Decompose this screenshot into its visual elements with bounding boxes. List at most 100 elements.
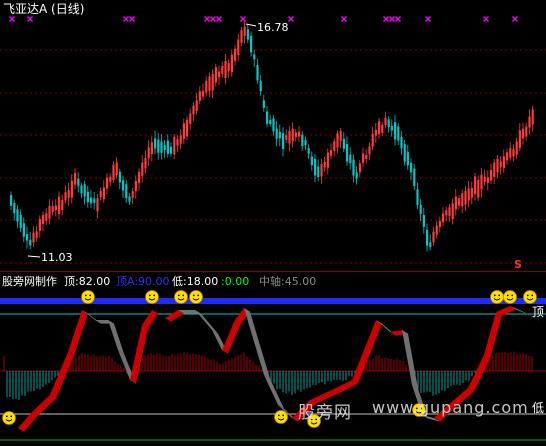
candle-body — [371, 133, 374, 147]
candle-body — [515, 141, 518, 155]
candle-body — [416, 189, 419, 205]
candle-body — [131, 191, 134, 198]
legend-top: 顶:82.00 — [64, 275, 111, 288]
band-segment — [366, 320, 382, 349]
smiley-face — [189, 290, 203, 304]
band-segment — [244, 308, 258, 339]
candle-body — [362, 153, 365, 163]
candle-body — [170, 146, 173, 154]
candle-body — [58, 196, 61, 214]
candle-body — [298, 131, 301, 137]
band-segment — [108, 320, 124, 354]
candle-body — [192, 105, 195, 115]
watermark-cn: 股旁网 — [298, 403, 352, 423]
candle-body — [278, 131, 281, 139]
smiley-face — [145, 290, 159, 304]
candle-body — [480, 174, 483, 190]
candle-body — [189, 113, 192, 125]
candle-body — [381, 124, 384, 133]
candle-body — [182, 123, 185, 139]
smiley-eye — [84, 294, 87, 297]
candle-body — [464, 190, 467, 205]
candle-body — [272, 118, 275, 132]
candle-body — [349, 154, 352, 163]
candle-body — [70, 180, 73, 198]
candle-body — [195, 100, 198, 111]
candle-body — [186, 119, 189, 137]
candle-body — [211, 74, 214, 91]
smiley-face — [503, 290, 517, 304]
smiley-face — [174, 290, 188, 304]
band-segment — [222, 320, 241, 354]
candle-body — [134, 180, 137, 192]
candle-body — [224, 61, 227, 78]
smiley-face-icon — [490, 290, 504, 304]
candle-body — [346, 144, 349, 162]
candle-body — [528, 116, 531, 128]
smiley-eye — [182, 294, 185, 297]
candle-body — [32, 232, 35, 243]
band-segment — [142, 310, 158, 329]
candle-body — [80, 185, 83, 194]
candle-body — [406, 151, 409, 166]
candle-body — [74, 172, 77, 185]
smiley-eye — [282, 414, 285, 417]
candle-body — [150, 142, 153, 154]
candle-body — [61, 199, 64, 211]
candle-body — [122, 180, 125, 191]
candle-body — [51, 205, 54, 212]
candle-body — [320, 163, 323, 177]
candle-body — [314, 158, 317, 176]
chart-stage — [0, 16, 546, 441]
smiley-eye — [526, 294, 529, 297]
candle-body — [518, 130, 521, 148]
candle-body — [307, 148, 310, 154]
candle-body — [67, 190, 70, 198]
candle-body — [253, 54, 256, 60]
candle-body — [454, 196, 457, 210]
candle-body — [336, 133, 339, 148]
smiley-face-icon — [503, 290, 517, 304]
candle-body — [147, 147, 150, 159]
candle-body — [125, 184, 128, 199]
candle-body — [467, 188, 470, 201]
candle-body — [38, 219, 41, 231]
candle-body — [384, 117, 387, 125]
smiley-eye — [531, 294, 534, 297]
candle-body — [496, 158, 499, 173]
candle-body — [109, 176, 112, 182]
smiley-face — [523, 290, 537, 304]
candle-body — [237, 39, 240, 56]
candle-body — [93, 198, 96, 203]
price-candles[interactable] — [10, 19, 534, 258]
candle-body — [282, 133, 285, 149]
candle-body — [419, 205, 422, 214]
candle-body — [374, 129, 377, 136]
legend-zero: :0.00 — [221, 275, 250, 288]
band-segment — [332, 380, 358, 394]
candle-body — [13, 202, 16, 214]
candle-body — [397, 126, 400, 141]
candle-body — [246, 29, 249, 40]
smiley-face — [274, 410, 288, 424]
candle-body — [64, 192, 67, 200]
smiley-face-icon — [145, 290, 159, 304]
high-price-label: 16.78 — [257, 21, 289, 34]
candle-body — [394, 122, 397, 140]
candle-body — [230, 54, 233, 73]
candle-body — [451, 203, 454, 220]
candle-body — [512, 149, 515, 157]
candle-body — [429, 242, 432, 247]
top-right-label: 顶 — [532, 305, 545, 319]
candle-body — [106, 177, 109, 189]
candle-body — [86, 191, 89, 203]
candle-body — [442, 213, 445, 223]
candle-body — [365, 154, 368, 159]
candle-body — [445, 210, 448, 216]
smiley-eye — [89, 294, 92, 297]
smiley-face-icon — [81, 290, 95, 304]
candle-body — [29, 239, 32, 246]
candle-body — [288, 130, 291, 144]
smiley-face — [490, 290, 504, 304]
smiley-face — [2, 411, 16, 425]
